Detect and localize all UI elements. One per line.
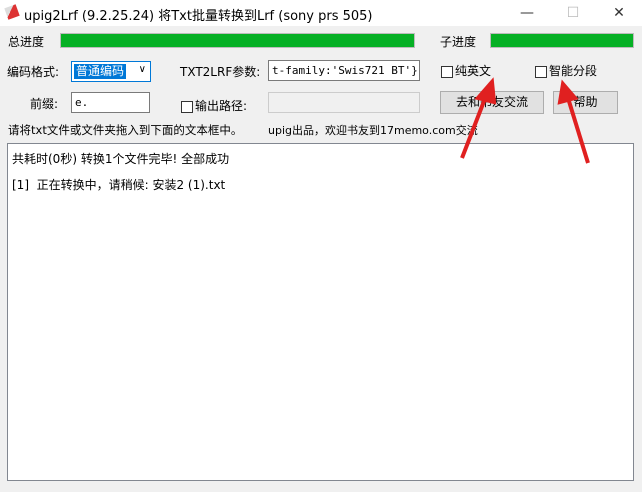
prefix-label: 前缀: [30,97,59,111]
checkbox-box[interactable] [535,65,547,78]
checkbox-box[interactable] [441,65,453,78]
chevron-down-icon: ∨ [138,64,146,75]
encoding-select[interactable]: 普通编码 ∨ [71,61,151,82]
minimize-button[interactable]: — [504,0,550,26]
title-bar: upig2Lrf (9.2.25.24) 将Txt批量转换到Lrf (sony … [0,0,642,26]
window-title: upig2Lrf (9.2.25.24) 将Txt批量转换到Lrf (sony … [24,9,373,24]
params-label: TXT2LRF参数: [180,65,261,79]
maximize-button[interactable]: ☐ [550,0,596,26]
encoding-value: 普通编码 [74,64,127,79]
log-line: 共耗时(0秒) 转换1个文件完毕! 全部成功 [12,152,230,166]
close-button[interactable]: ✕ [596,0,642,26]
app-icon [4,4,20,20]
pure-english-label: 纯英文 [455,64,492,78]
credit-text: upig出品，欢迎书友到17memo.com交流 [268,124,478,137]
total-progress-bar [60,33,415,48]
smart-split-label: 智能分段 [549,64,598,78]
smart-split-checkbox[interactable]: 智能分段 [535,62,597,79]
log-textarea[interactable]: 共耗时(0秒) 转换1个文件完毕! 全部成功 [1] 正在转换中，请稍候: 安装… [7,143,634,481]
forum-button[interactable]: 去和书友交流 [440,91,544,114]
help-button[interactable]: 帮助 [553,91,618,114]
drag-hint: 请将txt文件或文件夹拖入到下面的文本框中。 [8,123,243,137]
sub-progress-label: 子进度 [440,35,477,49]
output-path-label: 输出路径: [195,99,248,113]
total-progress-label: 总进度 [8,35,45,49]
pure-english-checkbox[interactable]: 纯英文 [441,62,491,79]
sub-progress-bar [490,33,634,48]
output-path-input[interactable] [268,92,420,113]
prefix-input[interactable]: e. [71,92,150,113]
params-input[interactable]: t-family:'Swis721 BT'}" [268,60,420,81]
output-path-checkbox[interactable]: 输出路径: [181,97,247,114]
encoding-label: 编码格式: [7,65,60,79]
log-line: [1] 正在转换中，请稍候: 安装2 (1).txt [12,178,226,192]
checkbox-box[interactable] [181,100,193,113]
